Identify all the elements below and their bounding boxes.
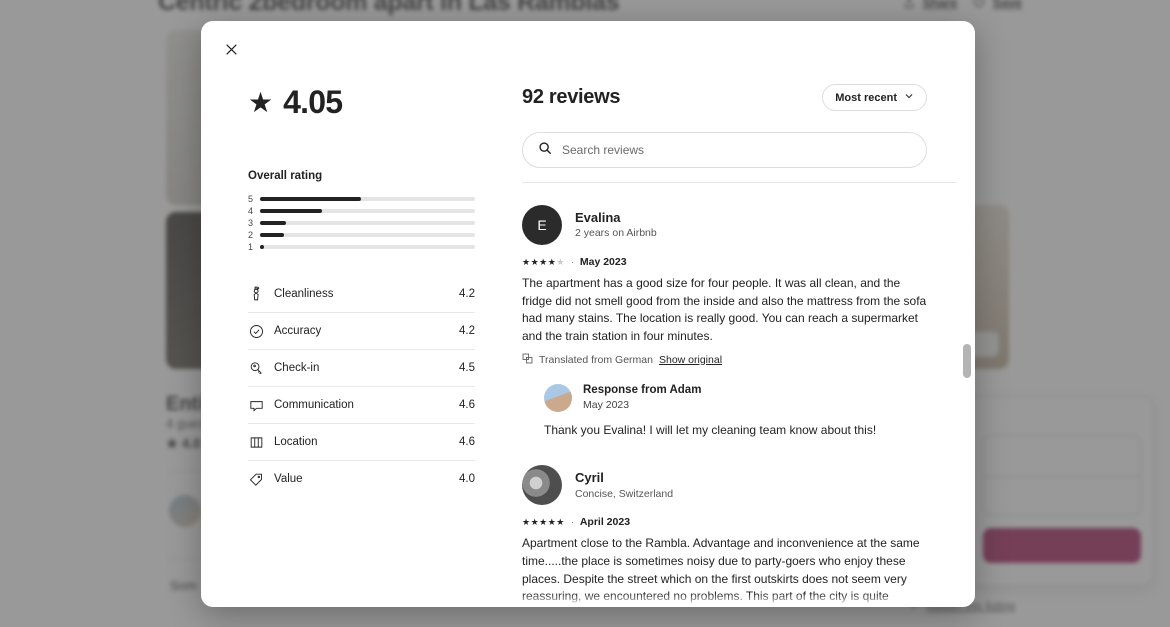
host-response-header: Response from Adam May 2023 [544, 383, 927, 413]
reviewer-name: Cyril [575, 470, 604, 486]
translate-icon [522, 353, 533, 367]
cleaning-spray-icon [248, 285, 274, 302]
rating-distribution-row: 1 [248, 241, 475, 253]
rating-distribution-row: 3 [248, 217, 475, 229]
host-response-body: Thank you Evalina! I will let my cleanin… [544, 422, 877, 437]
rating-bar-fill [260, 233, 284, 237]
category-rating-row: Value 4.0 [248, 460, 475, 497]
review-body: Apartment close to the Rambla. Advantage… [522, 536, 920, 607]
reviews-pane: 92 reviews Most recent Search reviews E … [499, 21, 975, 607]
category-rating-row: Location 4.6 [248, 423, 475, 460]
tag-icon [248, 471, 274, 488]
category-value: 4.6 [459, 436, 475, 448]
chevron-down-icon [904, 91, 914, 104]
translated-from-label: Translated from German [539, 353, 653, 366]
close-button[interactable] [215, 35, 247, 67]
reviewer-header: E Evalina 2 years on Airbnb [522, 205, 927, 245]
category-name: Communication [274, 399, 354, 411]
search-box[interactable] [522, 132, 927, 168]
reviewer-meta: 2 years on Airbnb [575, 227, 657, 240]
category-rating-row: Check-in 4.5 [248, 349, 475, 386]
ratings-summary-pane: ★ 4.05 Overall rating 5 4 3 2 1 Cleanlin… [201, 21, 499, 607]
speech-bubble-icon [248, 397, 274, 414]
rating-level: 1 [248, 241, 254, 252]
rating-distribution-row: 5 [248, 193, 475, 205]
reviewer-name: Evalina [575, 209, 621, 225]
rating-bar-fill [260, 209, 323, 213]
rating-level: 4 [248, 205, 254, 216]
host-response-name: Response from Adam [583, 383, 702, 396]
avatar [544, 383, 572, 412]
review-item: Cyril Concise, Switzerland ★★★★★ · April… [522, 465, 927, 607]
review-item: E Evalina 2 years on Airbnb ★★★★★ · May … [522, 205, 927, 439]
separator: · [570, 517, 574, 528]
review-rating-line: ★★★★★ · May 2023 [522, 256, 927, 268]
search-input[interactable] [562, 143, 911, 157]
reviews-list[interactable]: E Evalina 2 years on Airbnb ★★★★★ · May … [522, 182, 957, 607]
reviews-count: 92 reviews [522, 86, 621, 108]
category-rating-row: Accuracy 4.2 [248, 312, 475, 349]
close-icon [225, 43, 238, 59]
search-icon [538, 141, 552, 160]
category-value: 4.2 [459, 287, 475, 300]
review-date: May 2023 [579, 256, 627, 268]
sort-dropdown-label: Most recent [835, 91, 897, 104]
category-name: Location [274, 436, 318, 448]
category-value: 4.0 [459, 473, 475, 485]
rating-bar-track [260, 197, 475, 201]
category-name: Value [274, 473, 303, 485]
star-icon: ★ [248, 86, 274, 118]
category-value: 4.2 [459, 325, 475, 337]
category-name: Cleanliness [274, 287, 334, 300]
overall-rating-value: 4.05 [283, 84, 343, 120]
translation-note: Translated from German Show original [522, 353, 927, 367]
show-original-link[interactable]: Show original [659, 354, 722, 366]
category-name: Check-in [274, 362, 320, 374]
rating-distribution-row: 2 [248, 229, 475, 241]
review-rating-line: ★★★★★ · April 2023 [522, 516, 927, 528]
review-date: April 2023 [579, 516, 631, 529]
map-icon [248, 434, 274, 451]
search-container [522, 132, 975, 168]
reviews-modal: ★ 4.05 Overall rating 5 4 3 2 1 Cleanlin… [201, 21, 975, 607]
key-icon [248, 360, 274, 377]
rating-level: 5 [248, 193, 254, 204]
reviewer-meta: Concise, Switzerland [575, 487, 674, 500]
avatar: E [522, 205, 562, 245]
overall-rating-label: Overall rating [248, 170, 323, 182]
star-rating: ★★★★★ [522, 516, 565, 527]
rating-bar-track [260, 233, 475, 237]
reviews-header: 92 reviews Most recent [522, 84, 975, 111]
rating-bar-fill [260, 197, 362, 201]
rating-bar-fill [260, 245, 265, 249]
rating-distribution: 5 4 3 2 1 [248, 193, 475, 253]
avatar [522, 465, 562, 506]
rating-bar-track [260, 209, 475, 213]
host-response-date: May 2023 [583, 399, 630, 412]
check-circle-icon [248, 323, 274, 340]
rating-level: 2 [248, 229, 254, 240]
rating-level: 3 [248, 217, 254, 228]
star-rating: ★★★★★ [522, 256, 565, 267]
separator: · [570, 257, 574, 267]
sort-dropdown[interactable]: Most recent [822, 84, 927, 111]
category-ratings: Cleanliness 4.2 Accuracy 4.2 Check-in 4.… [248, 275, 475, 497]
rating-distribution-row: 4 [248, 205, 475, 217]
category-name: Accuracy [274, 325, 322, 337]
avatar-initial: E [537, 217, 547, 233]
scrollbar-thumb[interactable] [963, 344, 971, 378]
reviewer-header: Cyril Concise, Switzerland [522, 465, 927, 506]
review-body: The apartment has a good size for four p… [522, 276, 927, 343]
category-rating-row: Cleanliness 4.2 [248, 275, 475, 312]
category-value: 4.6 [459, 399, 475, 411]
category-rating-row: Communication 4.6 [248, 386, 475, 423]
rating-bar-fill [260, 221, 286, 225]
rating-bar-track [260, 245, 475, 249]
host-response: Response from Adam May 2023 Thank you Ev… [544, 383, 927, 440]
category-value: 4.5 [459, 362, 475, 374]
overall-rating-score: ★ 4.05 [248, 84, 499, 121]
rating-bar-track [260, 221, 475, 225]
